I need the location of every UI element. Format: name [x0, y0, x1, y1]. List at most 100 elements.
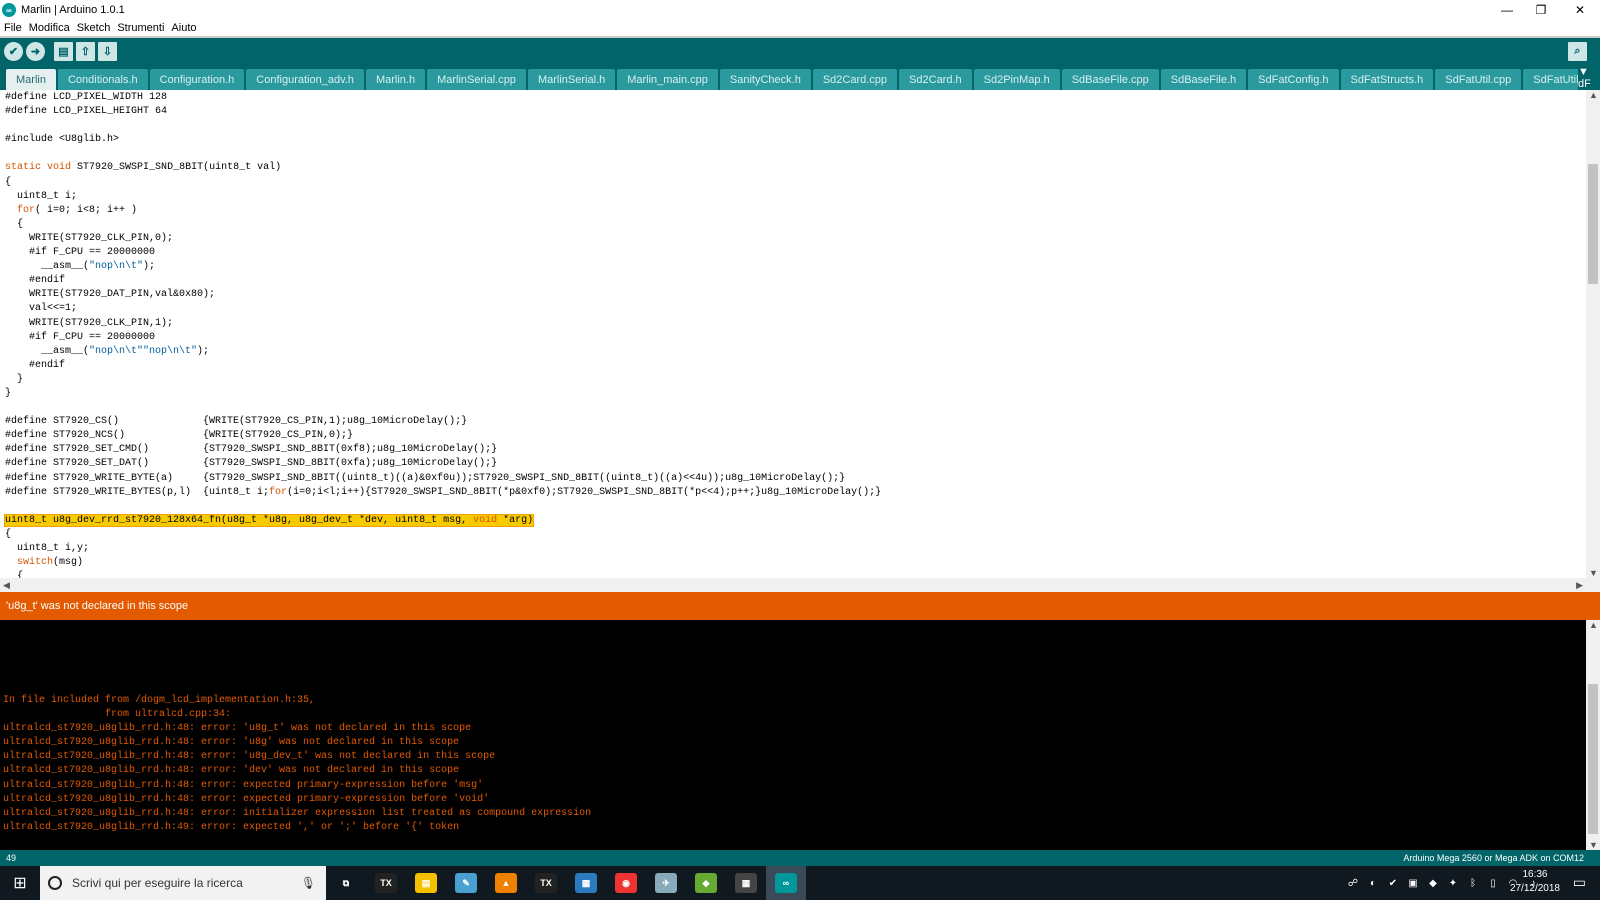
- tab-marlin[interactable]: Marlin: [6, 69, 56, 90]
- line-number: 49: [6, 853, 17, 863]
- taskbar-opentx-companion[interactable]: TX: [366, 866, 406, 900]
- minimize-button[interactable]: —: [1490, 0, 1524, 20]
- tab-sd2card-cpp[interactable]: Sd2Card.cpp: [812, 69, 898, 90]
- menu-file[interactable]: File: [4, 22, 22, 34]
- security-icon[interactable]: ✔: [1386, 878, 1400, 889]
- vlc-icon: ▲: [495, 873, 517, 893]
- tray-app-icon[interactable]: ◐: [1366, 878, 1380, 889]
- tab-sanitycheck-h[interactable]: SanityCheck.h: [719, 69, 811, 90]
- code-line: #define ST7920_WRITE_BYTE(a) {ST7920_SWS…: [5, 472, 846, 484]
- scroll-up-icon[interactable]: ▲: [1589, 90, 1598, 100]
- verify-button[interactable]: ✔: [4, 42, 23, 61]
- tab-sd2pinmap-h[interactable]: Sd2PinMap.h: [973, 69, 1060, 90]
- search-placeholder: Scrivi qui per eseguire la ricerca: [72, 876, 243, 890]
- error-message-bar: 'u8g_t' was not declared in this scope: [0, 592, 1600, 620]
- notifications-icon[interactable]: ▭: [1573, 874, 1586, 891]
- tab-marlinserial-cpp[interactable]: MarlinSerial.cpp: [427, 69, 526, 90]
- tab-conditionals-h[interactable]: Conditionals.h: [57, 69, 148, 90]
- taskbar-calculator[interactable]: ▦: [726, 866, 766, 900]
- microphone-icon[interactable]: 🎙: [301, 876, 316, 890]
- taskbar-task-view[interactable]: ⧉: [326, 866, 366, 900]
- taskbar-app-green[interactable]: ◆: [686, 866, 726, 900]
- taskbar-apps: ⧉ TX ▤ ✎ ▲ TX ▦ ◉ ✈ ◆ ▦ ∞: [326, 866, 806, 900]
- code-text[interactable]: #define LCD_PIXEL_WIDTH 128 #define LCD_P…: [3, 91, 882, 578]
- tab-marlin-h[interactable]: Marlin.h: [365, 69, 426, 90]
- menu-aiuto[interactable]: Aiuto: [171, 22, 196, 34]
- taskbar-search[interactable]: Scrivi qui per eseguire la ricerca 🎙: [40, 866, 326, 900]
- tab-marlinserial-h[interactable]: MarlinSerial.h: [527, 69, 616, 90]
- tab-marlin-main-cpp[interactable]: Marlin_main.cpp: [617, 69, 718, 90]
- bluetooth-icon[interactable]: ᛒ: [1466, 878, 1480, 889]
- code-line: switch(msg): [17, 557, 84, 569]
- console-scroll-thumb[interactable]: [1588, 684, 1598, 834]
- new-button[interactable]: ▤: [54, 42, 73, 61]
- scroll-right-icon[interactable]: ▶: [1576, 580, 1583, 591]
- code-line: static void ST7920_SWSPI_SND_8BIT(uint8_…: [5, 162, 282, 174]
- taskbar-vlc[interactable]: ▲: [486, 866, 526, 900]
- editor-horizontal-scrollbar[interactable]: ◀ ▶: [0, 578, 1586, 592]
- app-green-icon: ◆: [695, 873, 717, 893]
- code-line: #define LCD_PIXEL_HEIGHT 64: [5, 106, 168, 118]
- taskbar-file-explorer[interactable]: ▤: [406, 866, 446, 900]
- new-file-icon: ▤: [58, 46, 69, 58]
- menu-modifica[interactable]: Modifica: [29, 22, 70, 34]
- menu-sketch[interactable]: Sketch: [77, 22, 111, 34]
- save-arrow-down-icon: ⇩: [102, 46, 113, 58]
- tab-configuration-adv-h[interactable]: Configuration_adv.h: [246, 69, 364, 90]
- console-scroll-down-icon[interactable]: ▼: [1589, 840, 1598, 850]
- arrow-right-icon: ➜: [30, 46, 41, 58]
- code-line: uint8_t u8g_dev_rrd_st7920_128x64_fn(u8g…: [3, 513, 535, 527]
- save-button[interactable]: ⇩: [98, 42, 117, 61]
- code-line: }: [5, 373, 24, 385]
- close-button[interactable]: ✕: [1563, 0, 1597, 20]
- tab-sd2card-h[interactable]: Sd2Card.h: [899, 69, 972, 90]
- code-line: #define LCD_PIXEL_WIDTH 128: [5, 92, 168, 103]
- taskbar-paint[interactable]: ✎: [446, 866, 486, 900]
- scroll-left-icon[interactable]: ◀: [3, 580, 10, 591]
- arduino-icon: ∞: [775, 873, 797, 893]
- tab-sdfatutil-cpp[interactable]: SdFatUtil.cpp: [1435, 69, 1522, 90]
- console-text: In file included from /dogm_lcd_implemen…: [3, 694, 591, 835]
- editor-scroll-thumb[interactable]: [1588, 164, 1598, 284]
- battery-icon[interactable]: ▯: [1486, 878, 1500, 889]
- maximize-button[interactable]: ❐: [1524, 0, 1558, 20]
- taskbar-arduino[interactable]: ∞: [766, 866, 806, 900]
- console-vertical-scrollbar[interactable]: ▲ ▼: [1586, 620, 1600, 850]
- tab-sdbasefile-cpp[interactable]: SdBaseFile.cpp: [1061, 69, 1159, 90]
- code-editor[interactable]: #define LCD_PIXEL_WIDTH 128 #define LCD_P…: [0, 90, 1586, 578]
- code-line: uint8_t i,y;: [5, 543, 90, 554]
- editor-vertical-scrollbar[interactable]: ▲ ▼: [1586, 90, 1600, 578]
- code-line: #define ST7920_NCS() {WRITE(ST7920_CS_PI…: [5, 430, 354, 442]
- taskbar-clock[interactable]: 16:36 27/12/2018: [1510, 868, 1560, 896]
- taskbar-explorer-window[interactable]: ▦: [566, 866, 606, 900]
- cortana-icon: [48, 876, 62, 890]
- acrobat-icon[interactable]: ✦: [1446, 878, 1460, 889]
- open-arrow-up-icon: ⇧: [80, 46, 91, 58]
- menu-strumenti[interactable]: Strumenti: [117, 22, 164, 34]
- code-line: #define ST7920_WRITE_BYTES(p,l) {uint8_t…: [5, 486, 882, 498]
- sketch-tabs: Marlin Conditionals.h Configuration.h Confi…: [0, 66, 1600, 90]
- people-icon[interactable]: ☍: [1346, 878, 1360, 889]
- taskbar-flight-sim[interactable]: ✈: [646, 866, 686, 900]
- upload-button[interactable]: ➜: [26, 42, 45, 61]
- console-scroll-up-icon[interactable]: ▲: [1589, 620, 1598, 630]
- magnifier-icon: ⌕: [1574, 45, 1581, 57]
- tab-sdfatstructs-h[interactable]: SdFatStructs.h: [1340, 69, 1434, 90]
- scroll-down-icon[interactable]: ▼: [1589, 568, 1598, 578]
- console-output[interactable]: In file included from /dogm_lcd_implemen…: [0, 620, 1586, 850]
- tab-configuration-h[interactable]: Configuration.h: [149, 69, 245, 90]
- serial-monitor-button[interactable]: ⌕: [1568, 42, 1587, 61]
- nvidia-icon[interactable]: ▣: [1406, 878, 1420, 889]
- start-button[interactable]: ⊞: [0, 866, 40, 900]
- code-line: #if F_CPU == 20000000: [5, 247, 156, 259]
- tab-sdbasefile-h[interactable]: SdBaseFile.h: [1160, 69, 1247, 90]
- tray-green-icon[interactable]: ◆: [1426, 878, 1440, 889]
- tab-sdfatconfig-h[interactable]: SdFatConfig.h: [1248, 69, 1339, 90]
- taskbar-opentx-simulator[interactable]: TX: [526, 866, 566, 900]
- taskbar-chrome[interactable]: ◉: [606, 866, 646, 900]
- open-button[interactable]: ⇧: [76, 42, 95, 61]
- tabs-overflow-menu[interactable]: ▼ dF: [1578, 66, 1600, 90]
